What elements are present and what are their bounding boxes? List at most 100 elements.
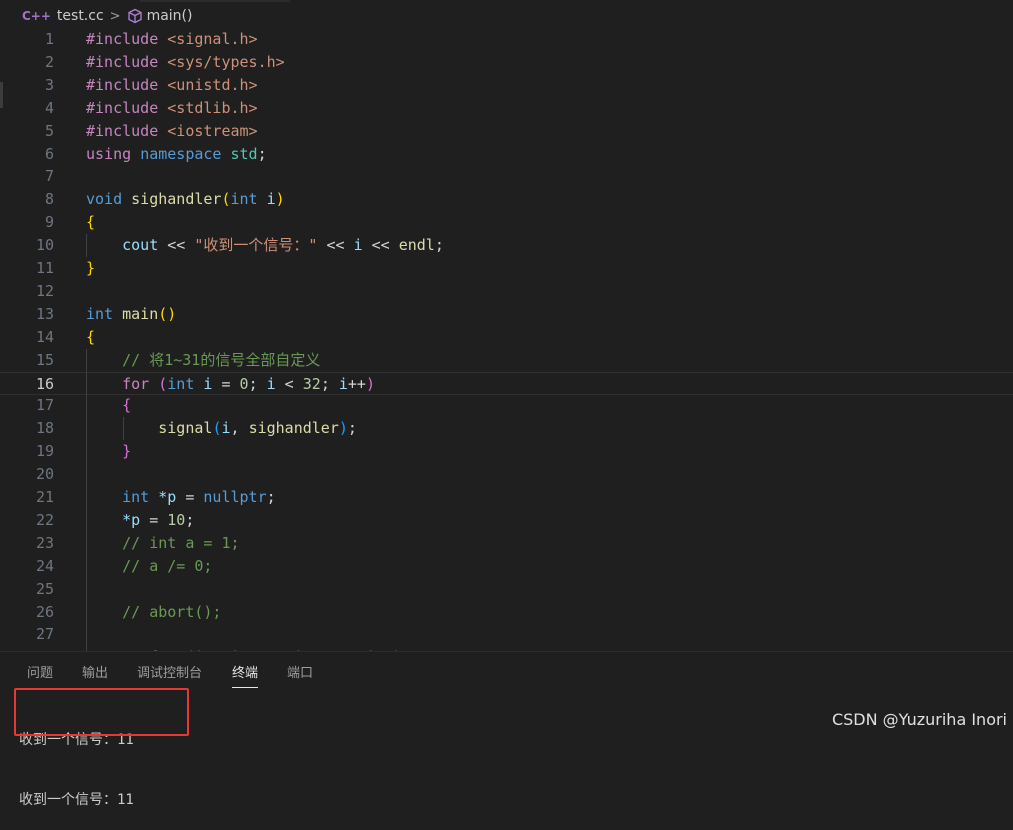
- code-text: using namespace std;: [86, 143, 267, 166]
- breadcrumb-file[interactable]: test.cc: [57, 8, 104, 24]
- code-token: *p: [122, 510, 141, 529]
- code-line[interactable]: 8 void sighandler(int i): [0, 188, 1013, 211]
- code-line[interactable]: 20: [0, 463, 1013, 486]
- code-line[interactable]: 4 #include <stdlib.h>: [0, 97, 1013, 120]
- code-line[interactable]: 18 signal(i, sighandler);: [0, 417, 1013, 440]
- code-token: ++: [347, 374, 366, 393]
- code-text: }: [86, 257, 95, 280]
- code-token: =: [140, 510, 168, 529]
- code-token: ;: [248, 374, 267, 393]
- code-line[interactable]: 2 #include <sys/types.h>: [0, 51, 1013, 74]
- code-token: main: [122, 304, 159, 323]
- code-line[interactable]: 19 }: [0, 440, 1013, 463]
- tab-debug-console[interactable]: 调试控制台: [137, 662, 202, 681]
- code-token: i: [266, 190, 276, 209]
- code-token: signal: [158, 419, 213, 438]
- cpp-file-icon: C++: [22, 9, 51, 23]
- code-line[interactable]: 24 // a /= 0;: [0, 555, 1013, 578]
- code-token: ;: [185, 510, 195, 529]
- code-text: #include <unistd.h>: [86, 74, 258, 97]
- code-text: {: [86, 211, 95, 234]
- code-token: i: [353, 236, 363, 255]
- code-line[interactable]: 14 {: [0, 326, 1013, 349]
- code-text: #include <iostream>: [86, 120, 258, 143]
- code-token: for: [122, 374, 159, 393]
- tab-ports[interactable]: 端口: [287, 662, 313, 681]
- code-line[interactable]: 9{: [0, 211, 1013, 234]
- highlight-box: [14, 688, 189, 736]
- code-line[interactable]: 10 cout << "收到一个信号：" << i << endl;: [0, 234, 1013, 257]
- line-number: 14: [35, 327, 54, 346]
- code-text: *p = 10;: [86, 509, 194, 532]
- code-token: std: [230, 144, 258, 163]
- line-number: 7: [44, 167, 54, 186]
- code-token: void: [86, 190, 132, 209]
- code-token: int: [86, 304, 123, 323]
- tab-terminal[interactable]: 终端: [232, 662, 259, 688]
- code-line[interactable]: 13 int main(): [0, 303, 1013, 326]
- line-number: 11: [35, 259, 54, 277]
- code-token: i: [338, 374, 348, 393]
- code-token: (: [158, 374, 168, 393]
- code-line[interactable]: 12: [0, 280, 1013, 303]
- code-line[interactable]: 15 // 将1~31的信号全部自定义: [0, 349, 1013, 372]
- code-token: <: [275, 374, 303, 393]
- line-number: 6: [44, 144, 54, 163]
- code-editor[interactable]: 1 #include <signal.h> 2 #include <sys/types…: [0, 28, 1013, 651]
- code-token: 0: [239, 374, 249, 393]
- code-token: (): [158, 304, 177, 323]
- code-line[interactable]: 26 // abort();: [0, 601, 1013, 624]
- code-token: #include: [86, 121, 168, 140]
- line-number: 25: [35, 579, 54, 598]
- code-line[interactable]: 6 using namespace std;: [0, 143, 1013, 166]
- code-text: // abort();: [86, 601, 221, 624]
- code-line[interactable]: 22 *p = 10;: [0, 509, 1013, 532]
- code-token: (: [221, 190, 231, 209]
- code-line[interactable]: 3 #include <unistd.h>: [0, 74, 1013, 97]
- code-line[interactable]: 17 {: [0, 394, 1013, 417]
- code-line[interactable]: 27: [0, 623, 1013, 646]
- line-number: 2: [44, 52, 54, 71]
- code-token: *p: [158, 488, 177, 506]
- code-line[interactable]: 23 // int a = 1;: [0, 532, 1013, 555]
- code-token: #include: [86, 75, 168, 94]
- line-number: 22: [35, 510, 54, 529]
- code-token: sighandler: [248, 419, 339, 438]
- line-number: 26: [35, 602, 54, 621]
- code-line[interactable]: 21 int *p = nullptr;: [0, 486, 1013, 509]
- tab-output[interactable]: 输出: [82, 662, 108, 681]
- code-token: #include: [86, 98, 168, 117]
- line-number: 17: [35, 396, 54, 415]
- code-token: ,: [230, 419, 249, 438]
- code-text: cout << "收到一个信号：" << i << endl;: [86, 234, 444, 257]
- code-text: // int a = 1;: [86, 532, 239, 555]
- code-line[interactable]: 1 #include <signal.h>: [0, 28, 1013, 51]
- code-line[interactable]: 25: [0, 578, 1013, 601]
- code-token: int: [230, 190, 267, 209]
- line-number: 4: [44, 98, 54, 117]
- code-line[interactable]: 16 for (int i = 0; i < 32; i++): [0, 371, 1013, 395]
- code-text: int *p = nullptr;: [86, 486, 276, 509]
- code-text: {: [86, 326, 95, 349]
- code-token: <sys/types.h>: [167, 52, 285, 71]
- breadcrumb-symbol[interactable]: main(): [147, 8, 193, 24]
- tab-problems[interactable]: 问题: [27, 662, 53, 681]
- line-number: 12: [35, 281, 54, 300]
- code-line[interactable]: 5 #include <iostream>: [0, 120, 1013, 143]
- code-token: ;: [266, 488, 276, 506]
- code-line[interactable]: 7: [0, 165, 1013, 188]
- code-token: endl: [398, 236, 435, 255]
- indent-guide: [86, 234, 87, 257]
- line-number: 27: [35, 625, 54, 644]
- code-line[interactable]: 11}: [0, 257, 1013, 280]
- code-token: ;: [320, 374, 339, 393]
- code-text: // 将1~31的信号全部自定义: [86, 349, 320, 372]
- code-token: "收到一个信号：": [194, 236, 318, 255]
